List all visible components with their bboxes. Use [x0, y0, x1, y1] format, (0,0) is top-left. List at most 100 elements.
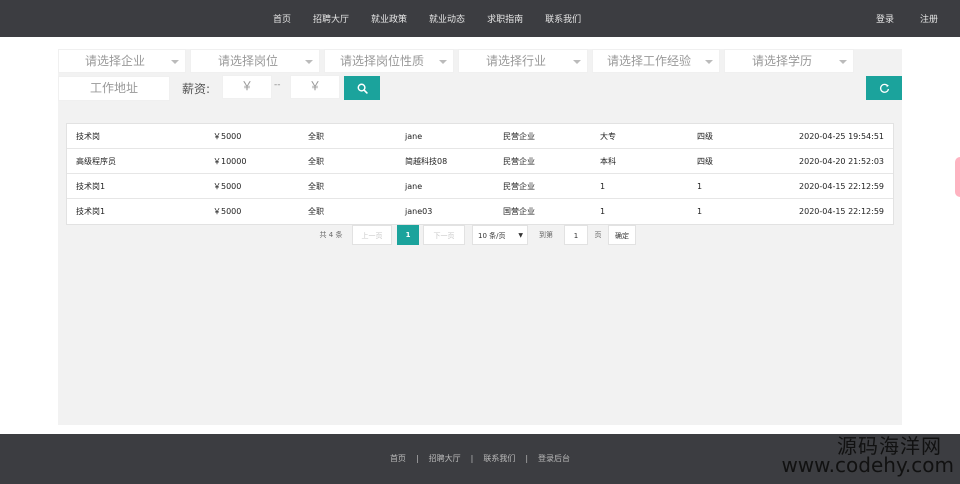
footer-sep: |: [415, 454, 419, 463]
date-cell: 2020-04-25 19:54:51: [799, 132, 884, 141]
footer-sep: |: [525, 454, 529, 463]
job-type-cell: 全职: [308, 207, 324, 216]
page-size-label: 10 条/页: [478, 232, 506, 240]
education-cell: 1: [600, 182, 606, 191]
search-icon: [357, 83, 368, 94]
experience-cell: 四级: [697, 157, 713, 166]
company-type-cell: 国营企业: [503, 207, 535, 216]
watermark-url: www.codehy.com: [781, 453, 954, 477]
table-row[interactable]: 技术岗 ￥5000 全职 jane 民营企业 大专 四级 2020-04-25 …: [67, 124, 893, 149]
salary-max-placeholder: ￥: [308, 79, 321, 93]
position-select-label: 请选择岗位: [217, 54, 278, 68]
position-select[interactable]: 请选择岗位: [190, 49, 320, 73]
company-type-cell: 民营企业: [503, 132, 535, 141]
date-cell: 2020-04-15 22:12:59: [799, 182, 884, 191]
footer-link-recruit-hall[interactable]: 招聘大厅: [429, 454, 461, 463]
job-table: 技术岗 ￥5000 全职 jane 民营企业 大专 四级 2020-04-25 …: [66, 123, 894, 225]
page-size-select[interactable]: 10 条/页 ▼: [472, 225, 528, 245]
refresh-button[interactable]: [866, 76, 902, 100]
education-cell: 大专: [600, 132, 616, 141]
pager-total: 共 4 条: [319, 231, 343, 239]
nav-item-recruit-hall[interactable]: 招聘大厅: [313, 12, 349, 25]
chevron-down-icon: [839, 60, 847, 64]
register-link[interactable]: 注册: [920, 12, 938, 25]
job-title-cell: 技术岗1: [76, 207, 106, 216]
chevron-down-icon: [439, 60, 447, 64]
address-input[interactable]: 工作地址: [58, 76, 170, 101]
pagination: 共 4 条 上一页 1 下一页 10 条/页 ▼ 到第 1 页 确定: [316, 225, 646, 245]
auth-links: 登录 注册: [850, 0, 938, 37]
company-cell: 简越科技08: [405, 157, 448, 166]
side-float-tab[interactable]: [955, 157, 960, 197]
salary-cell: ￥5000: [213, 182, 242, 191]
job-type-cell: 全职: [308, 132, 324, 141]
page-unit-label: 页: [594, 231, 602, 239]
footer-sep: |: [470, 454, 474, 463]
salary-label: 薪资:: [182, 82, 211, 96]
job-title-cell: 技术岗1: [76, 182, 106, 191]
company-cell: jane: [405, 182, 423, 191]
nav-item-policy[interactable]: 就业政策: [371, 12, 407, 25]
address-placeholder: 工作地址: [89, 81, 138, 95]
table-row[interactable]: 技术岗1 ￥5000 全职 jane03 国营企业 1 1 2020-04-15…: [67, 199, 893, 224]
job-type-cell: 全职: [308, 182, 324, 191]
search-button[interactable]: [344, 76, 380, 100]
education-select-label: 请选择学历: [751, 54, 812, 68]
salary-separator: --: [274, 80, 281, 90]
top-navbar: 首页 招聘大厅 就业政策 就业动态 求职指南 联系我们 登录 注册: [0, 0, 960, 37]
company-type-cell: 民营企业: [503, 157, 535, 166]
chevron-down-icon: [171, 60, 179, 64]
job-type-cell: 全职: [308, 157, 324, 166]
salary-min-placeholder: ￥: [240, 79, 253, 93]
industry-select-label: 请选择行业: [485, 54, 546, 68]
salary-max-input[interactable]: ￥: [290, 75, 340, 99]
caret-down-icon: ▼: [518, 232, 523, 239]
date-cell: 2020-04-20 21:52:03: [799, 157, 884, 166]
job-title-cell: 技术岗: [76, 132, 100, 141]
company-type-cell: 民营企业: [503, 182, 535, 191]
date-cell: 2020-04-15 22:12:59: [799, 207, 884, 216]
page-1-button[interactable]: 1: [397, 225, 419, 245]
chevron-down-icon: [573, 60, 581, 64]
company-select[interactable]: 请选择企业: [58, 49, 186, 73]
company-cell: jane: [405, 132, 423, 141]
prev-page-button[interactable]: 上一页: [352, 225, 392, 245]
experience-select[interactable]: 请选择工作经验: [592, 49, 720, 73]
table-row[interactable]: 技术岗1 ￥5000 全职 jane 民营企业 1 1 2020-04-15 2…: [67, 174, 893, 199]
nav-item-news[interactable]: 就业动态: [429, 12, 465, 25]
next-page-button[interactable]: 下一页: [423, 225, 465, 245]
position-type-select-label: 请选择岗位性质: [339, 54, 424, 68]
login-link[interactable]: 登录: [876, 12, 894, 25]
nav-item-guide[interactable]: 求职指南: [487, 12, 523, 25]
goto-confirm-button[interactable]: 确定: [608, 225, 636, 245]
job-title-cell: 高级程序员: [76, 157, 116, 166]
refresh-icon: [879, 83, 889, 93]
experience-select-label: 请选择工作经验: [606, 54, 691, 68]
nav-item-contact[interactable]: 联系我们: [545, 12, 581, 25]
salary-cell: ￥5000: [213, 132, 242, 141]
chevron-down-icon: [705, 60, 713, 64]
education-select[interactable]: 请选择学历: [724, 49, 854, 73]
education-cell: 本科: [600, 157, 616, 166]
company-select-label: 请选择企业: [84, 54, 145, 68]
industry-select[interactable]: 请选择行业: [458, 49, 588, 73]
salary-cell: ￥5000: [213, 207, 242, 216]
experience-cell: 四级: [697, 132, 713, 141]
salary-min-input[interactable]: ￥: [222, 75, 272, 99]
goto-label: 到第: [539, 231, 553, 239]
footer-link-admin-login[interactable]: 登录后台: [538, 454, 570, 463]
main-panel: 请选择企业 请选择岗位 请选择岗位性质 请选择行业 请选择工作经验 请选择学历 …: [58, 49, 902, 425]
chevron-down-icon: [305, 60, 313, 64]
nav-item-home[interactable]: 首页: [273, 12, 291, 25]
salary-cell: ￥10000: [213, 157, 247, 166]
footer-link-home[interactable]: 首页: [390, 454, 406, 463]
position-type-select[interactable]: 请选择岗位性质: [324, 49, 454, 73]
goto-page-input[interactable]: 1: [564, 225, 588, 245]
table-row[interactable]: 高级程序员 ￥10000 全职 简越科技08 民营企业 本科 四级 2020-0…: [67, 149, 893, 174]
experience-cell: 1: [697, 207, 703, 216]
education-cell: 1: [600, 207, 606, 216]
experience-cell: 1: [697, 182, 703, 191]
company-cell: jane03: [405, 207, 433, 216]
main-nav: 首页 招聘大厅 就业政策 就业动态 求职指南 联系我们: [262, 0, 592, 37]
footer-link-contact[interactable]: 联系我们: [483, 454, 515, 463]
